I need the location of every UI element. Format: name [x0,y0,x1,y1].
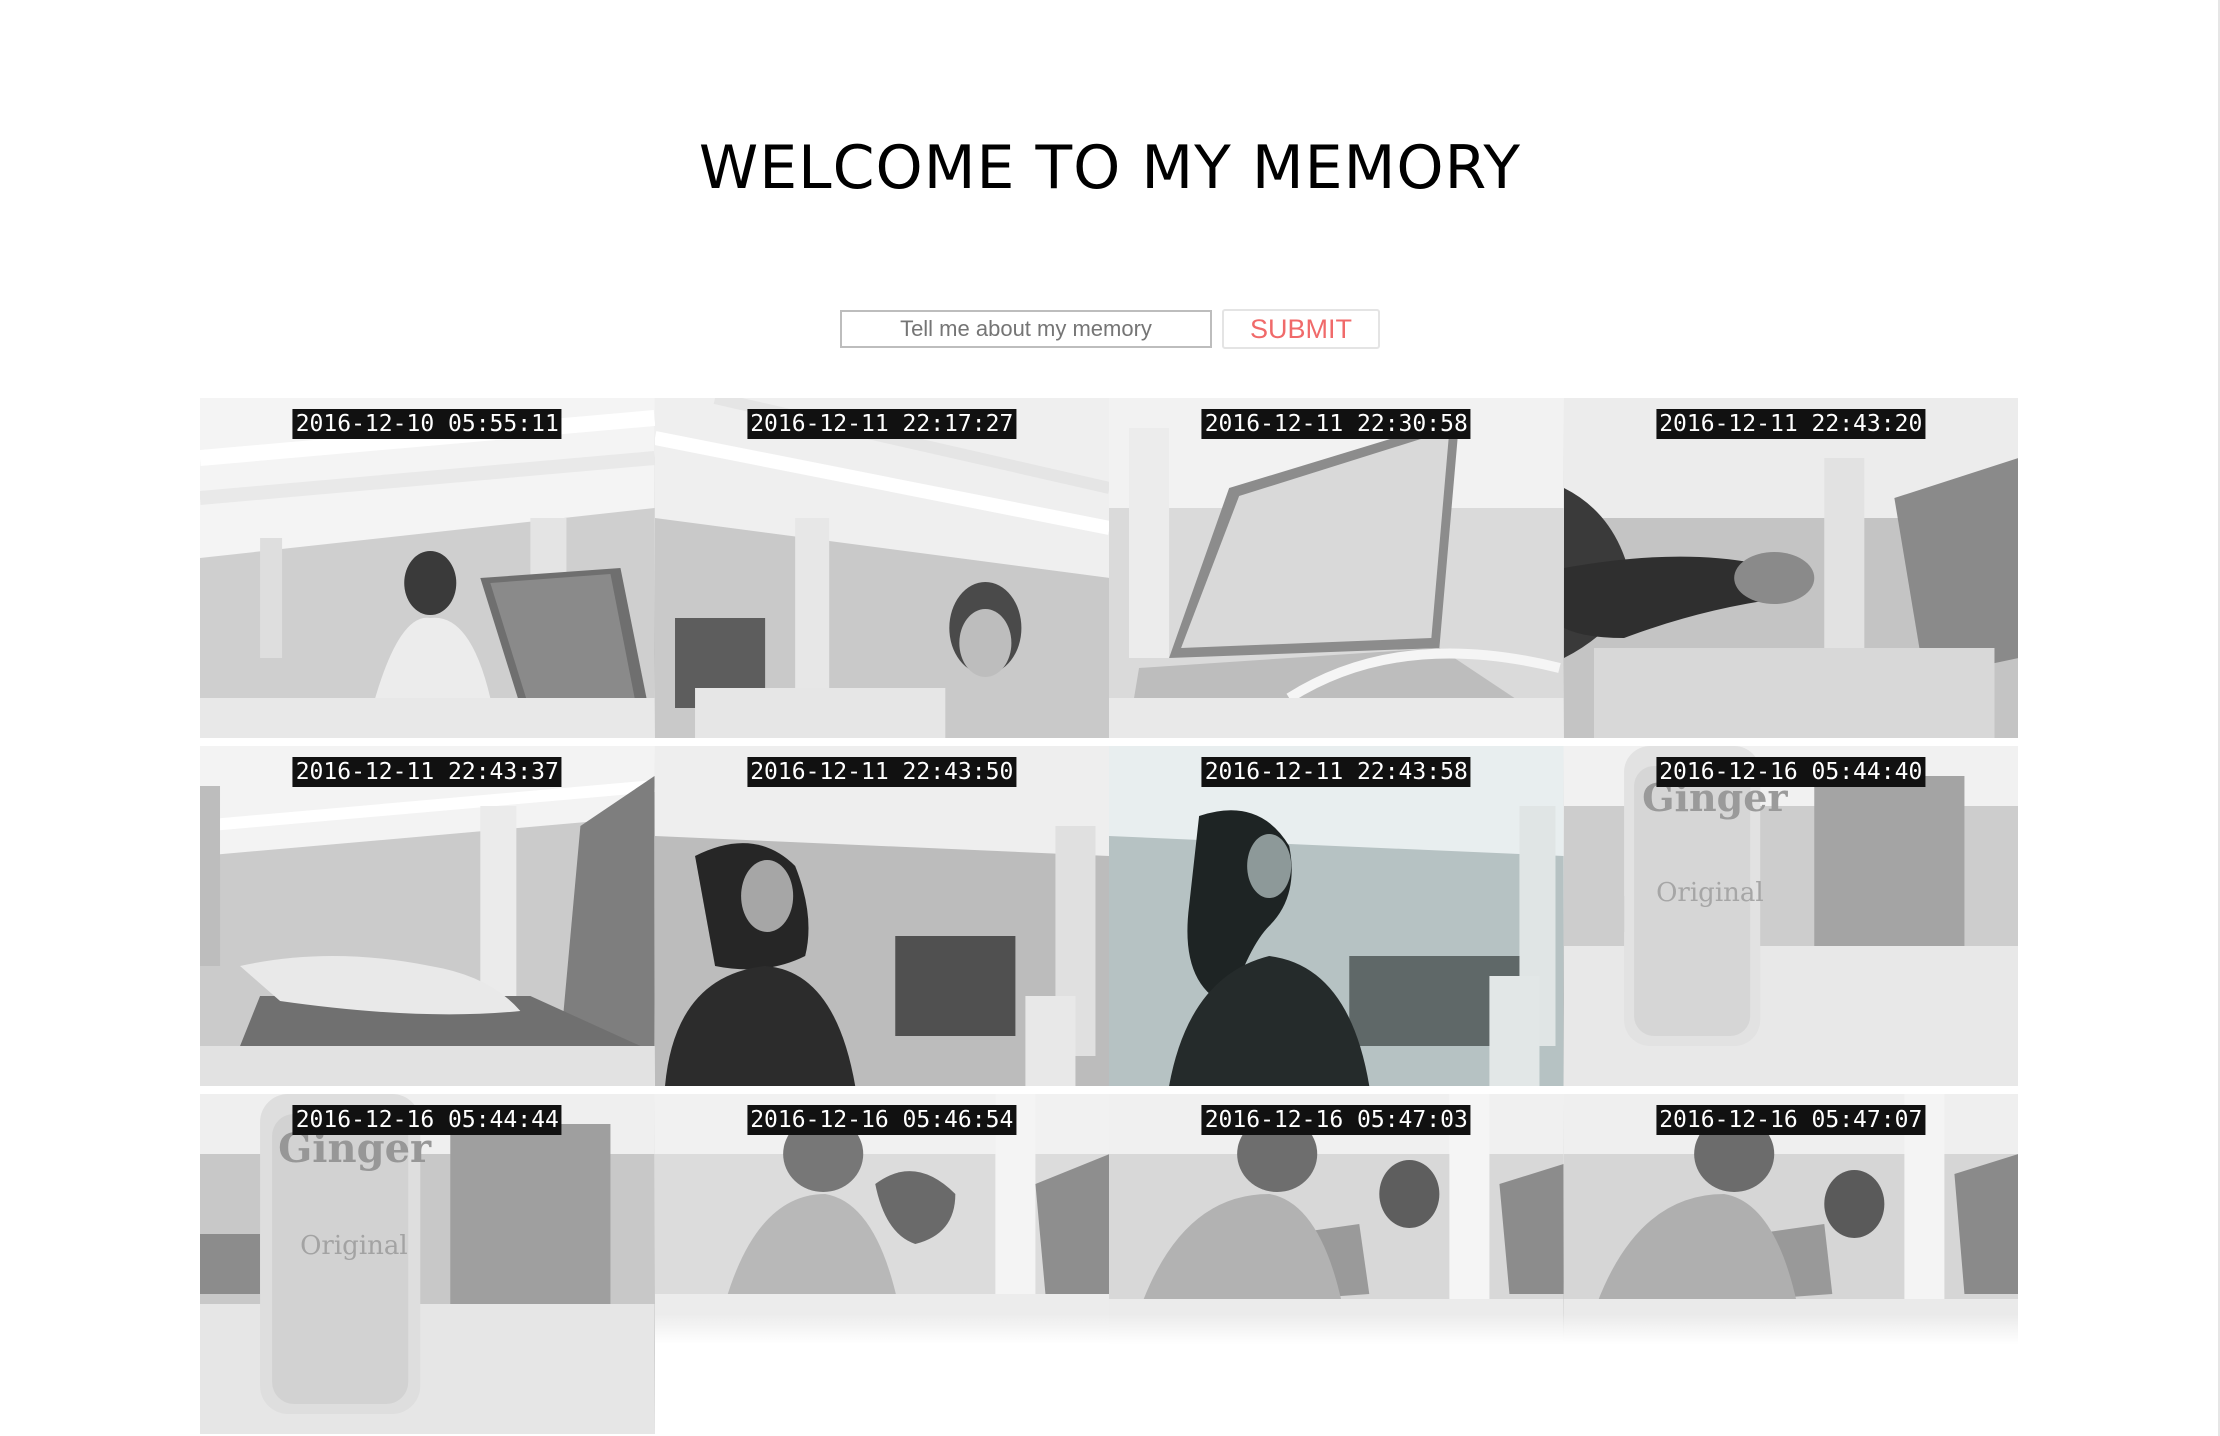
memory-photo[interactable]: 2016-12-11 22:17:27 [654,398,1109,738]
photo-timestamp: 2016-12-16 05:47:07 [1656,1105,1926,1135]
memory-photo[interactable]: 2016-12-11 22:43:20 [1563,398,2018,738]
svg-text:Original: Original [300,1231,408,1261]
memory-photo[interactable]: 2016-12-11 22:43:58 [1109,746,1564,1086]
photo-fade [1563,1314,2018,1344]
photo-timestamp: 2016-12-16 05:46:54 [747,1105,1017,1135]
office-scene-image [200,398,655,738]
photo-fade [654,1314,1109,1344]
photo-timestamp: 2016-12-11 22:30:58 [1201,409,1471,439]
photo-timestamp: 2016-12-11 22:43:50 [747,757,1017,787]
memory-photo[interactable]: 2016-12-11 22:43:50 [654,746,1109,1086]
memory-form: SUBMIT [0,309,2220,349]
photo-timestamp: 2016-12-16 05:44:40 [1656,757,1926,787]
photo-timestamp: 2016-12-11 22:43:37 [292,757,562,787]
typing-scene-image [200,746,655,1086]
person-scene-image [654,746,1109,1086]
memory-photo[interactable]: 2016-12-16 05:47:07 [1563,1094,2018,1344]
memory-photo[interactable]: 2016-12-16 05:44:40 Ginger Original [1563,746,2018,1086]
memory-photo[interactable]: 2016-12-16 05:46:54 [654,1094,1109,1344]
svg-text:Original: Original [1656,878,1764,908]
memory-photo[interactable]: 2016-12-16 05:44:44 Ginger Original [200,1094,655,1434]
hand-scene-image [1563,398,2018,738]
laptop-scene-image [1109,398,1564,738]
page-title: WELCOME TO MY MEMORY [698,133,1522,203]
office-scene-image [654,398,1109,738]
bottle-scene-image: Ginger Original [1563,746,2018,1086]
bottle-scene-image: Ginger Original [200,1094,655,1434]
memory-photo[interactable]: 2016-12-11 22:30:58 [1109,398,1564,738]
memory-photo[interactable]: 2016-12-10 05:55:11 [200,398,655,738]
photo-timestamp: 2016-12-11 22:43:20 [1656,409,1926,439]
photo-timestamp: 2016-12-11 22:17:27 [747,409,1017,439]
photo-timestamp: 2016-12-11 22:43:58 [1201,757,1471,787]
photo-timestamp: 2016-12-16 05:44:44 [292,1105,562,1135]
photo-timestamp: 2016-12-10 05:55:11 [292,409,562,439]
memory-photo[interactable]: 2016-12-16 05:47:03 [1109,1094,1564,1344]
memory-input[interactable] [840,310,1212,348]
person-scene-image [1109,746,1564,1086]
memory-photo[interactable]: 2016-12-11 22:43:37 [200,746,655,1086]
photo-fade [1109,1314,1564,1344]
memory-gallery: 2016-12-10 05:55:11 2016-12-11 22:17:27 [200,398,2018,1434]
photo-timestamp: 2016-12-16 05:47:03 [1201,1105,1471,1135]
submit-button[interactable]: SUBMIT [1222,309,1380,349]
